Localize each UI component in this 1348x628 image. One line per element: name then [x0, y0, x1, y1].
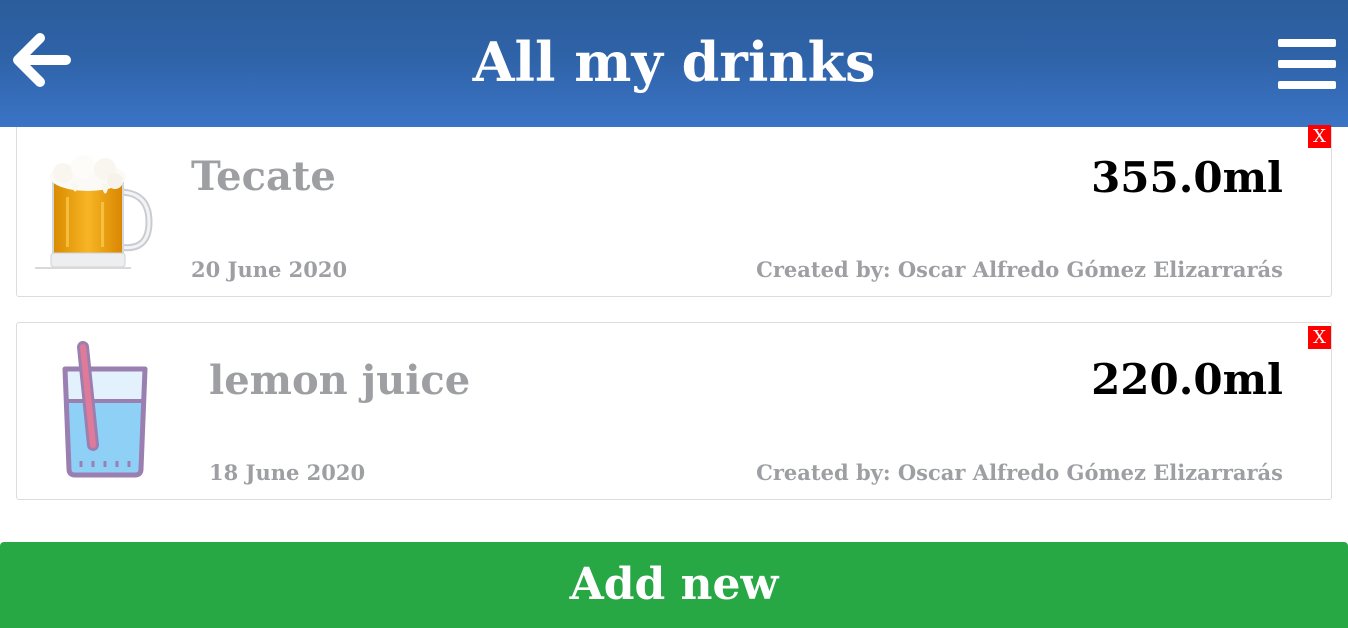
drink-name: lemon juice [209, 357, 471, 404]
drink-card[interactable]: lemon juice 220.0ml 18 June 2020 Created… [16, 322, 1332, 500]
drink-amount: 220.0ml [1091, 355, 1283, 404]
hamburger-menu-icon [1278, 39, 1336, 89]
drink-creator: Created by: Oscar Alfredo Gómez Elizarra… [756, 257, 1283, 282]
drink-card[interactable]: Tecate 355.0ml 20 June 2020 Created by: … [16, 127, 1332, 297]
delete-button[interactable]: X [1308, 326, 1331, 349]
juice-glass-icon [31, 339, 161, 478]
drink-creator: Created by: Oscar Alfredo Gómez Elizarra… [756, 460, 1283, 485]
delete-button[interactable]: X [1308, 125, 1331, 148]
menu-button[interactable] [1276, 36, 1338, 92]
add-new-button[interactable]: Add new [0, 542, 1348, 628]
drink-name: Tecate [191, 153, 336, 200]
drink-date: 18 June 2020 [209, 460, 366, 485]
page-title: All my drinks [472, 30, 876, 94]
app-header: All my drinks [0, 0, 1348, 127]
drink-date: 20 June 2020 [191, 257, 348, 282]
drink-amount: 355.0ml [1091, 153, 1283, 202]
beer-mug-icon [31, 147, 161, 277]
